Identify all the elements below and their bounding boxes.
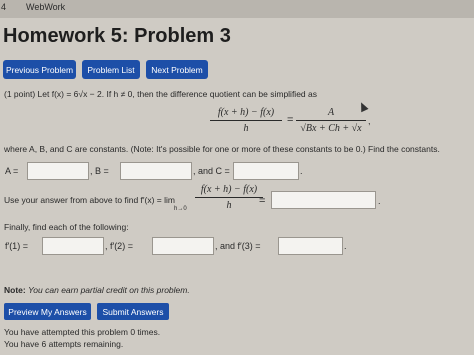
browser-top-bar: 4 WebWork — [0, 0, 474, 18]
fraction-bar — [296, 120, 366, 121]
label-f-prime-1: f′(1) = — [5, 241, 28, 251]
dq-denominator: h — [243, 123, 249, 134]
preview-answers-button[interactable]: Preview My Answers — [4, 303, 91, 320]
f-prime-3-input[interactable] — [278, 237, 343, 255]
limit-subscript: h→0 — [174, 206, 187, 212]
derivative-answer-input[interactable] — [271, 191, 376, 209]
rhs-denominator: √Bx + Ch + √x — [300, 123, 362, 134]
simplified-quotient: A √Bx + Ch + √x — [296, 107, 366, 134]
answer-c-input[interactable] — [233, 162, 299, 180]
finally-instructions: Finally, find each of the following: — [4, 222, 129, 232]
f-prime-2-input[interactable] — [152, 237, 214, 255]
previous-problem-button[interactable]: Previous Problem — [3, 60, 76, 79]
label-a: A = — [5, 166, 19, 176]
label-b: , B = — [90, 166, 109, 176]
fraction-bar — [195, 197, 263, 198]
answer-a-input[interactable] — [27, 162, 89, 180]
period: . — [300, 166, 303, 176]
next-problem-button[interactable]: Next Problem — [146, 60, 208, 79]
attempts-made-text: You have attempted this problem 0 times. — [4, 327, 161, 337]
fraction-bar — [210, 120, 282, 121]
f-prime-1-input[interactable] — [42, 237, 104, 255]
derivative-instructions: Use your answer from above to find f′(x)… — [4, 195, 175, 205]
answer-b-input[interactable] — [120, 162, 192, 180]
dq-numerator: f(x + h) − f(x) — [217, 107, 275, 118]
partial-credit-note: Note: You can earn partial credit on thi… — [4, 285, 190, 295]
tab-number: 4 — [1, 2, 7, 12]
constants-instructions: where A, B, and C are constants. (Note: … — [4, 144, 440, 154]
page-title: Homework 5: Problem 3 — [3, 25, 231, 47]
label-f-prime-3: , and f′(3) = — [215, 241, 261, 251]
comma: , — [368, 116, 371, 126]
attempts-remaining-text: You have 6 attempts remaining. — [4, 339, 124, 349]
lim-denominator: h — [226, 200, 232, 211]
difference-quotient: f(x + h) − f(x) h — [210, 107, 282, 134]
note-label: Note: — [4, 285, 26, 295]
limit-quotient: f(x + h) − f(x) h — [195, 184, 263, 211]
note-text: You can earn partial credit on this prob… — [28, 285, 190, 295]
rhs-numerator: A — [327, 107, 335, 118]
equals-sign: = — [287, 114, 294, 126]
problem-intro: (1 point) Let f(x) = 6√x − 2. If h ≠ 0, … — [4, 89, 317, 99]
label-f-prime-2: , f′(2) = — [105, 241, 133, 251]
lim-numerator: f(x + h) − f(x) — [200, 184, 258, 195]
equals-sign-2: = — [259, 195, 266, 207]
submit-answers-button[interactable]: Submit Answers — [97, 303, 169, 320]
period-2: . — [378, 196, 381, 206]
app-name: WebWork — [26, 2, 66, 12]
problem-list-button[interactable]: Problem List — [82, 60, 140, 79]
label-c: , and C = — [193, 166, 230, 176]
period-3: . — [344, 241, 347, 251]
